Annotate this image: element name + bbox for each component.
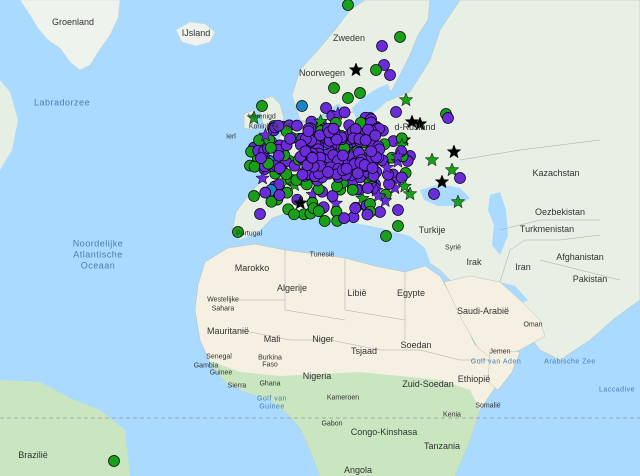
green-circle-marker[interactable] — [108, 455, 120, 467]
green-circle-marker[interactable] — [392, 220, 404, 232]
purple-circle-marker[interactable] — [337, 149, 349, 162]
green-circle-marker[interactable] — [342, 92, 354, 104]
purple-circle-marker[interactable] — [454, 172, 466, 184]
green-circle-marker[interactable] — [370, 64, 382, 76]
green-circle-marker[interactable] — [312, 205, 325, 217]
purple-circle-marker[interactable] — [349, 202, 362, 214]
green-circle-marker[interactable] — [232, 226, 244, 238]
purple-circle-marker[interactable] — [361, 208, 374, 221]
purple-circle-marker[interactable] — [306, 152, 319, 164]
purple-circle-marker[interactable] — [284, 132, 296, 145]
green-circle-marker[interactable] — [288, 208, 300, 221]
green-circle-marker[interactable] — [394, 31, 406, 43]
purple-circle-marker[interactable] — [374, 206, 386, 218]
purple-circle-marker[interactable] — [302, 125, 315, 138]
green-circle-marker[interactable] — [248, 190, 260, 202]
purple-circle-marker[interactable] — [384, 69, 396, 81]
purple-circle-marker[interactable] — [255, 152, 267, 164]
purple-circle-marker[interactable] — [392, 204, 404, 216]
purple-circle-marker[interactable] — [442, 112, 454, 124]
purple-circle-marker[interactable] — [361, 182, 374, 194]
purple-circle-marker[interactable] — [390, 106, 402, 118]
purple-circle-marker[interactable] — [376, 40, 388, 52]
map-view[interactable]: Groenland IJsland Zweden Noorwegen Labra… — [0, 0, 640, 476]
purple-circle-marker[interactable] — [273, 189, 286, 201]
purple-circle-marker[interactable] — [272, 149, 285, 162]
green-circle-marker[interactable] — [354, 87, 366, 99]
purple-circle-marker[interactable] — [254, 208, 266, 220]
purple-circle-marker[interactable] — [359, 134, 372, 147]
purple-circle-marker[interactable] — [322, 166, 334, 178]
purple-circle-marker[interactable] — [365, 145, 378, 158]
blue-circle-marker[interactable] — [296, 100, 308, 112]
purple-circle-marker[interactable] — [327, 122, 340, 135]
green-circle-marker[interactable] — [256, 100, 268, 112]
purple-circle-marker[interactable] — [291, 119, 303, 132]
purple-circle-marker[interactable] — [428, 188, 440, 200]
purple-circle-marker[interactable] — [272, 119, 285, 132]
purple-circle-marker[interactable] — [340, 162, 353, 175]
purple-circle-marker[interactable] — [296, 168, 309, 181]
green-circle-marker[interactable] — [328, 82, 340, 94]
purple-circle-marker[interactable] — [369, 129, 382, 142]
green-circle-marker[interactable] — [342, 0, 354, 11]
purple-circle-marker[interactable] — [338, 106, 351, 119]
purple-circle-marker[interactable] — [273, 162, 286, 174]
green-circle-marker[interactable] — [346, 184, 359, 196]
purple-circle-marker[interactable] — [366, 162, 379, 174]
purple-circle-marker[interactable] — [338, 212, 350, 224]
green-circle-marker[interactable] — [318, 215, 331, 227]
map-canvas[interactable] — [0, 0, 640, 476]
green-circle-marker[interactable] — [380, 230, 392, 242]
